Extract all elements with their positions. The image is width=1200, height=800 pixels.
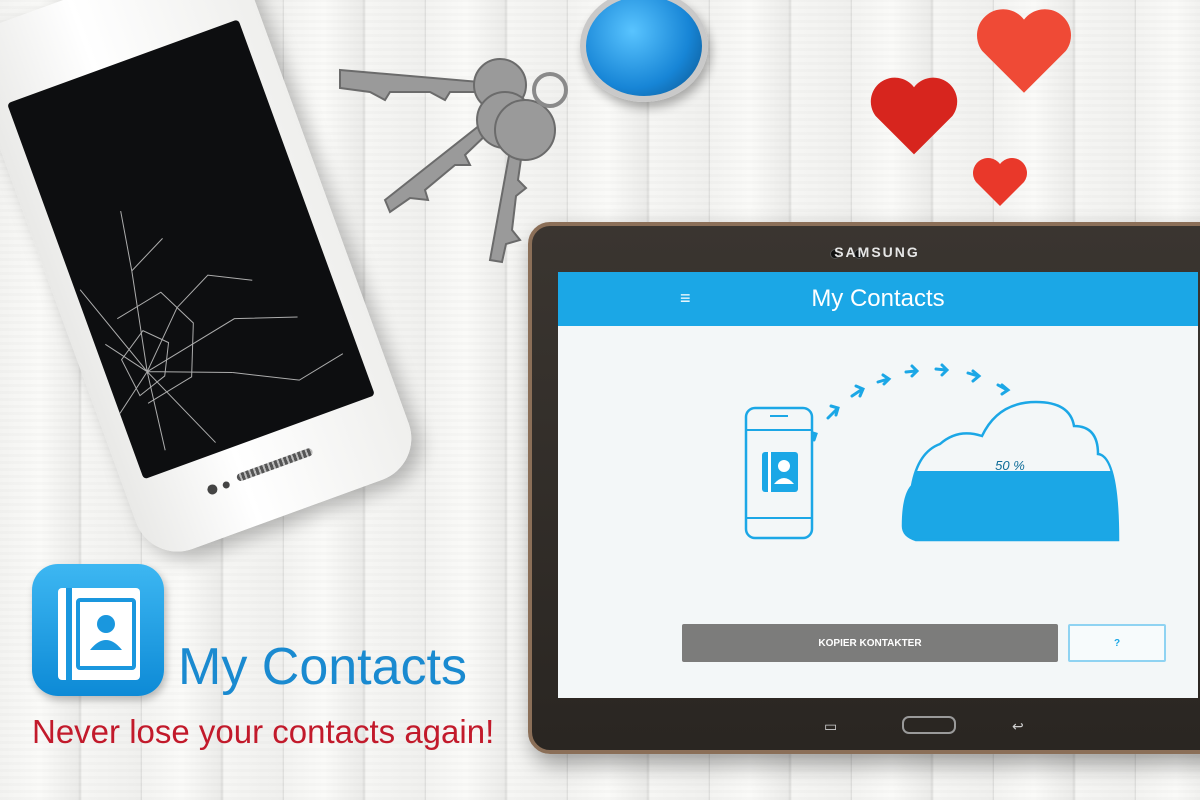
- promo-title: My Contacts: [178, 638, 467, 696]
- back-icon[interactable]: ↩: [1012, 718, 1024, 735]
- home-button[interactable]: [902, 716, 956, 734]
- earpiece-speaker: [235, 447, 314, 483]
- app-bar: ≡ My Contacts: [558, 272, 1198, 326]
- heart-icon: [977, 9, 1071, 93]
- upload-progress-label: 50 %: [995, 458, 1025, 473]
- heart-icon: [870, 77, 958, 155]
- recent-apps-icon[interactable]: ▭: [824, 718, 837, 735]
- app-screen: ≡ My Contacts 50 % KOPIER KONTAKTER ?: [558, 272, 1198, 698]
- backup-illustration: 50 %: [744, 363, 1120, 542]
- cloud-upload-icon: 50 %: [901, 400, 1120, 542]
- front-camera: [206, 483, 219, 496]
- app-logo-icon: [32, 564, 164, 696]
- help-button[interactable]: ?: [1068, 624, 1166, 662]
- promo-tagline: Never lose your contacts again!: [32, 713, 495, 750]
- phone-contact-icon: [744, 406, 814, 540]
- heart-icon: [973, 158, 1027, 206]
- samsung-tablet: SAMSUNG ≡ My Contacts 50 % KOPIER KONTAK…: [528, 222, 1200, 754]
- app-title: My Contacts: [811, 285, 945, 312]
- proximity-sensor: [221, 480, 231, 490]
- copy-contacts-button[interactable]: KOPIER KONTAKTER: [682, 624, 1058, 662]
- tablet-brand-label: SAMSUNG: [834, 244, 920, 260]
